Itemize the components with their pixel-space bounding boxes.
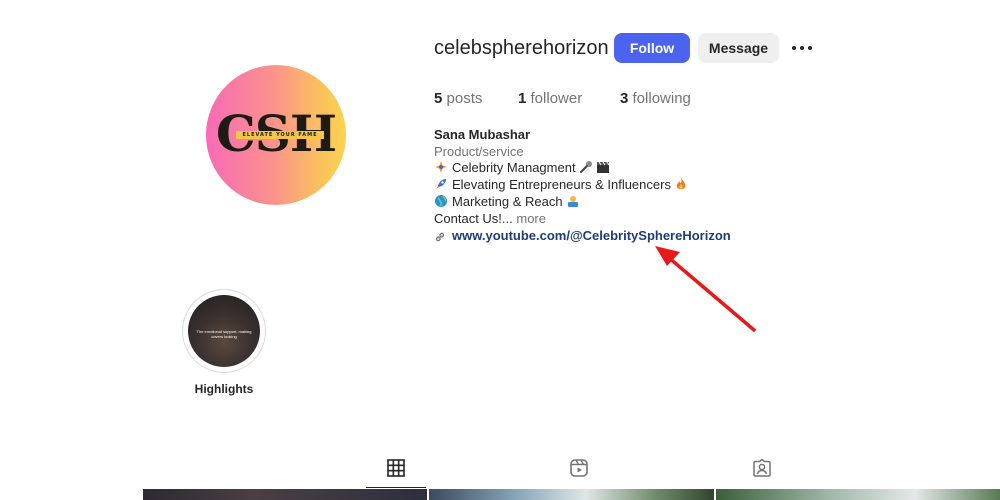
- posts-count-value: 5: [434, 90, 443, 107]
- bio-line: Marketing & Reach: [434, 194, 731, 211]
- profile-full-name: Sana Mubashar: [434, 127, 531, 142]
- fire-icon: [676, 178, 686, 190]
- post-grid: [143, 489, 1000, 500]
- bio-line-4: Contact Us!...: [434, 210, 513, 226]
- profile-bio: Sana Mubashar Product/service Celebrity …: [434, 127, 731, 245]
- highlight-cover: The emotional support, making covers loo…: [188, 295, 260, 367]
- post-thumbnail[interactable]: [715, 489, 1000, 500]
- more-options-icon[interactable]: [790, 40, 814, 56]
- tagged-icon: [753, 458, 771, 477]
- followers-count-value: 1: [518, 90, 527, 107]
- bio-link-row: www.youtube.com/@CelebritySphereHorizon: [434, 228, 731, 245]
- followers-count-label: follower: [530, 90, 583, 107]
- active-tab-indicator: [366, 487, 426, 488]
- highlight-story[interactable]: The emotional support, making covers loo…: [182, 289, 266, 373]
- following-count[interactable]: 3 following: [620, 90, 691, 108]
- avatar-tagline: ELEVATE YOUR FAME: [236, 131, 324, 139]
- bio-line-1: Celebrity Managment: [452, 160, 576, 176]
- post-thumbnail[interactable]: [429, 489, 714, 500]
- tab-posts[interactable]: [381, 455, 411, 481]
- microphone-icon: [579, 161, 592, 174]
- message-button[interactable]: Message: [698, 33, 779, 63]
- laptop-person-icon: [567, 195, 578, 207]
- rocket-icon: [436, 179, 446, 190]
- posts-count: 5 posts: [434, 90, 482, 108]
- globe-icon: [435, 194, 447, 207]
- follow-button[interactable]: Follow: [614, 33, 690, 63]
- link-icon: [435, 232, 445, 241]
- tab-reels[interactable]: [564, 455, 594, 481]
- post-thumbnail[interactable]: [143, 489, 428, 500]
- bio-external-link[interactable]: www.youtube.com/@CelebritySphereHorizon: [452, 228, 731, 245]
- following-count-label: following: [632, 90, 691, 107]
- bio-line-2: Elevating Entrepreneurs & Influencers: [452, 177, 671, 193]
- bio-more-link[interactable]: more: [516, 211, 546, 226]
- bio-line: Contact Us!... more: [434, 211, 731, 228]
- tab-tagged[interactable]: [747, 455, 777, 481]
- profile-avatar[interactable]: CSH ELEVATE YOUR FAME: [206, 65, 346, 205]
- grid-icon: [387, 459, 405, 477]
- highlight-cover-text: The emotional support, making covers loo…: [196, 329, 252, 339]
- bio-line: Elevating Entrepreneurs & Influencers: [434, 177, 731, 194]
- sparkle-person-icon: [435, 161, 447, 174]
- posts-count-label: posts: [446, 90, 483, 107]
- profile-username: celebspherehorizon: [434, 37, 609, 59]
- following-count-value: 3: [620, 90, 629, 107]
- bio-line-3: Marketing & Reach: [452, 193, 563, 209]
- profile-category: Product/service: [434, 143, 524, 159]
- reels-icon: [570, 459, 588, 477]
- annotation-arrow-icon: [655, 246, 756, 332]
- highlight-label[interactable]: Highlights: [172, 382, 276, 396]
- followers-count[interactable]: 1 follower: [518, 90, 582, 108]
- clapper-board-icon: [596, 162, 609, 174]
- bio-line: Celebrity Managment: [434, 160, 731, 177]
